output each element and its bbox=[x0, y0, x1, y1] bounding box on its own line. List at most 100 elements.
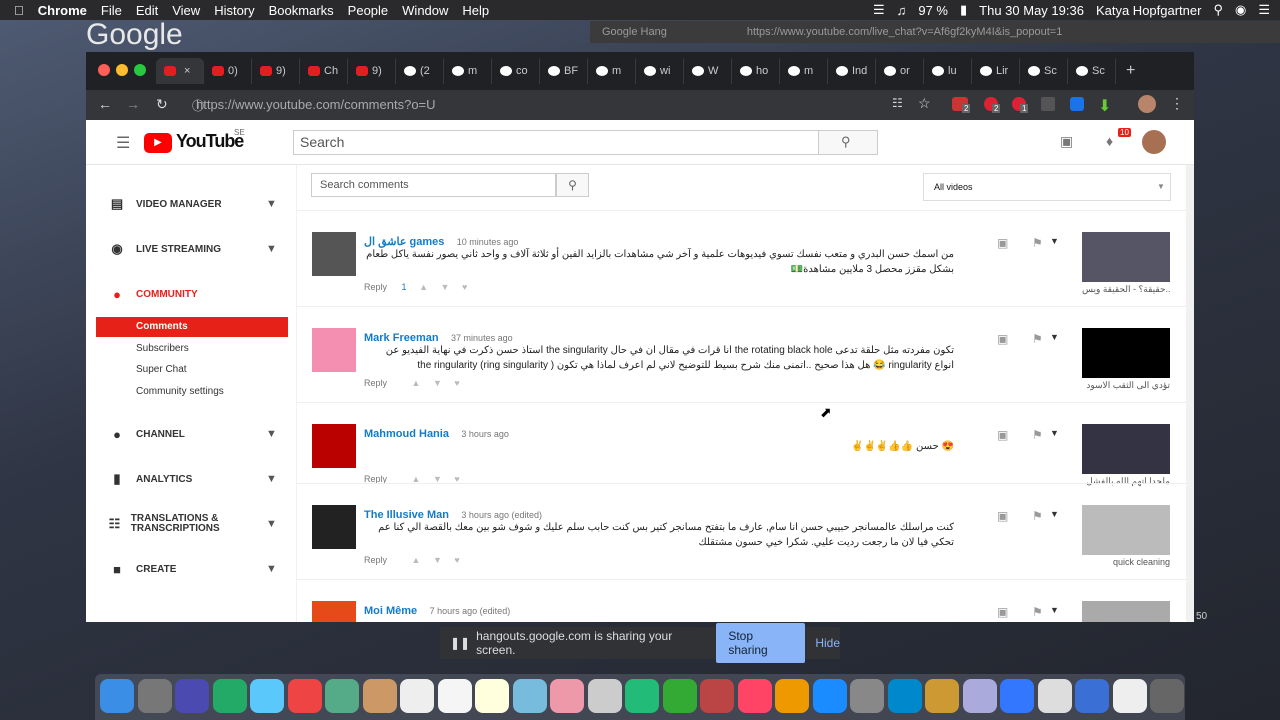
browser-tab[interactable]: m bbox=[780, 58, 828, 84]
user-name[interactable]: Katya Hopfgartner bbox=[1096, 3, 1202, 18]
reply-button[interactable]: Reply bbox=[364, 282, 387, 292]
comment-timestamp[interactable]: 7 hours ago (edited) bbox=[430, 606, 511, 616]
chevron-down-icon[interactable]: ▼ bbox=[1050, 236, 1059, 246]
flag-icon[interactable]: ⚑ bbox=[1032, 428, 1043, 442]
menu-history[interactable]: History bbox=[214, 3, 254, 18]
delete-trash-icon[interactable]: ▣ bbox=[997, 428, 1008, 442]
commenter-avatar[interactable] bbox=[312, 328, 356, 372]
bookmark-star-icon[interactable]: ☆ bbox=[918, 95, 931, 112]
comment-timestamp[interactable]: 3 hours ago (edited) bbox=[461, 510, 542, 520]
hamburger-menu-icon[interactable]: ☰ bbox=[116, 133, 130, 153]
minimize-window-button[interactable] bbox=[116, 64, 128, 76]
close-window-button[interactable] bbox=[98, 64, 110, 76]
browser-tab[interactable]: Ind bbox=[828, 58, 876, 84]
dock-app-icon[interactable] bbox=[137, 679, 172, 713]
commenter-avatar[interactable] bbox=[312, 424, 356, 468]
dock-app-icon[interactable] bbox=[475, 679, 509, 713]
browser-tab[interactable]: m bbox=[444, 58, 492, 84]
delete-trash-icon[interactable]: ▣ bbox=[997, 236, 1008, 250]
heart-icon[interactable]: ♥ bbox=[454, 555, 459, 565]
dock-app-icon[interactable] bbox=[1000, 679, 1034, 713]
commenter-avatar[interactable] bbox=[312, 232, 356, 276]
browser-tab[interactable]: Lir bbox=[972, 58, 1020, 84]
heart-icon[interactable]: ♥ bbox=[454, 378, 459, 388]
sidebar-channel[interactable]: ● CHANNEL bbox=[108, 424, 185, 444]
browser-tab[interactable]: co bbox=[492, 58, 540, 84]
wifi-icon[interactable]: ☰ bbox=[873, 2, 885, 18]
sidebar-translations[interactable]: ☷ TRANSLATIONS & TRANSCRIPTIONS bbox=[108, 511, 258, 537]
browser-tab[interactable]: 0) bbox=[204, 58, 252, 84]
delete-trash-icon[interactable]: ▣ bbox=[997, 605, 1008, 619]
download-extension-icon[interactable]: ⬇ bbox=[1098, 96, 1111, 116]
browser-tab[interactable]: 9) bbox=[348, 58, 396, 84]
dock-app-icon[interactable] bbox=[325, 679, 359, 713]
youtube-play-logo-icon[interactable]: ▶ bbox=[144, 133, 172, 153]
flag-icon[interactable]: ⚑ bbox=[1032, 236, 1043, 250]
menu-bookmarks[interactable]: Bookmarks bbox=[269, 3, 334, 18]
search-comments-input[interactable]: Search comments bbox=[311, 173, 556, 197]
dock-app-icon[interactable] bbox=[812, 679, 847, 713]
comment-timestamp[interactable]: 10 minutes ago bbox=[457, 237, 519, 247]
dock-app-icon[interactable] bbox=[287, 679, 322, 713]
menu-edit[interactable]: Edit bbox=[136, 3, 158, 18]
dock-app-icon[interactable] bbox=[550, 679, 584, 713]
dock-app-icon[interactable] bbox=[437, 679, 472, 713]
browser-tab[interactable]: (2 bbox=[396, 58, 444, 84]
dislike-icon[interactable]: ▼ bbox=[433, 378, 442, 388]
flag-icon[interactable]: ⚑ bbox=[1032, 509, 1043, 523]
forward-icon[interactable]: → bbox=[126, 96, 140, 112]
browser-tab[interactable]: W bbox=[684, 58, 732, 84]
address-bar[interactable]: https://www.youtube.com/comments?o=U bbox=[196, 95, 856, 115]
delete-trash-icon[interactable]: ▣ bbox=[997, 509, 1008, 523]
video-title[interactable]: quick cleaning bbox=[1082, 557, 1170, 567]
commenter-name[interactable]: Moi Même bbox=[364, 605, 417, 617]
browser-tab[interactable]: m bbox=[588, 58, 636, 84]
chevron-down-icon[interactable]: ▼ bbox=[1050, 332, 1059, 342]
datetime[interactable]: Thu 30 May 19:36 bbox=[979, 3, 1084, 18]
browser-tab[interactable]: Sc bbox=[1020, 58, 1068, 84]
stop-sharing-button[interactable]: Stop sharing bbox=[716, 623, 806, 663]
search-input[interactable]: Search bbox=[293, 130, 819, 155]
dock-app-icon[interactable] bbox=[512, 679, 547, 713]
search-button[interactable]: ⚲ bbox=[818, 130, 878, 155]
chevron-down-icon[interactable]: ▼ bbox=[1050, 605, 1059, 615]
dislike-icon[interactable]: ▼ bbox=[433, 555, 442, 565]
dock-app-icon[interactable] bbox=[962, 679, 997, 713]
dock-app-icon[interactable] bbox=[925, 679, 959, 713]
dock-app-icon[interactable] bbox=[775, 679, 809, 713]
chevron-down-icon[interactable]: ▼ bbox=[266, 518, 277, 530]
spotlight-icon[interactable]: ⚲ bbox=[1213, 2, 1223, 18]
sidebar-video-manager[interactable]: ▤ VIDEO MANAGER bbox=[108, 194, 222, 214]
dock-app-icon[interactable] bbox=[1150, 679, 1184, 713]
notification-center-icon[interactable]: ☰ bbox=[1258, 2, 1270, 18]
reply-button[interactable]: Reply bbox=[364, 555, 387, 565]
heart-icon[interactable]: ♥ bbox=[462, 282, 467, 292]
chevron-down-icon[interactable]: ▼ bbox=[266, 428, 277, 440]
flag-icon[interactable]: ⚑ bbox=[1032, 332, 1043, 346]
video-title[interactable]: حقيقة؟ - الحقيقة ويس... bbox=[1082, 284, 1170, 295]
facebook-icon[interactable] bbox=[1041, 97, 1055, 111]
browser-tab[interactable]: Ch bbox=[300, 58, 348, 84]
dock-app-icon[interactable] bbox=[250, 679, 284, 713]
reload-icon[interactable]: ↻ bbox=[156, 96, 168, 113]
chevron-down-icon[interactable]: ▼ bbox=[1050, 509, 1059, 519]
chevron-down-icon[interactable]: ▼ bbox=[1050, 428, 1059, 438]
comment-timestamp[interactable]: 37 minutes ago bbox=[451, 333, 513, 343]
dock-app-icon[interactable] bbox=[625, 679, 659, 713]
upload-video-icon[interactable]: ▣ bbox=[1060, 133, 1073, 150]
sidebar-item-comments[interactable]: Comments bbox=[136, 321, 188, 332]
profile-avatar[interactable] bbox=[1138, 95, 1156, 113]
sidebar-item-community-settings[interactable]: Community settings bbox=[136, 386, 224, 397]
video-title[interactable]: ملحدا اتهم الله بالفشل bbox=[1082, 476, 1170, 487]
video-thumbnail[interactable] bbox=[1082, 232, 1170, 282]
commenter-avatar[interactable] bbox=[312, 601, 356, 622]
notifications-bell-icon[interactable]: ♦ bbox=[1106, 133, 1113, 149]
dock-app-icon[interactable] bbox=[362, 679, 397, 713]
like-icon[interactable]: ▲ bbox=[419, 282, 428, 292]
close-tab-icon[interactable]: × bbox=[184, 65, 190, 77]
menu-file[interactable]: File bbox=[101, 3, 122, 18]
dock-app-icon[interactable] bbox=[700, 679, 734, 713]
dock-app-icon[interactable] bbox=[587, 679, 622, 713]
browser-tab[interactable]: Sc bbox=[1068, 58, 1116, 84]
dock-app-icon[interactable] bbox=[400, 679, 434, 713]
